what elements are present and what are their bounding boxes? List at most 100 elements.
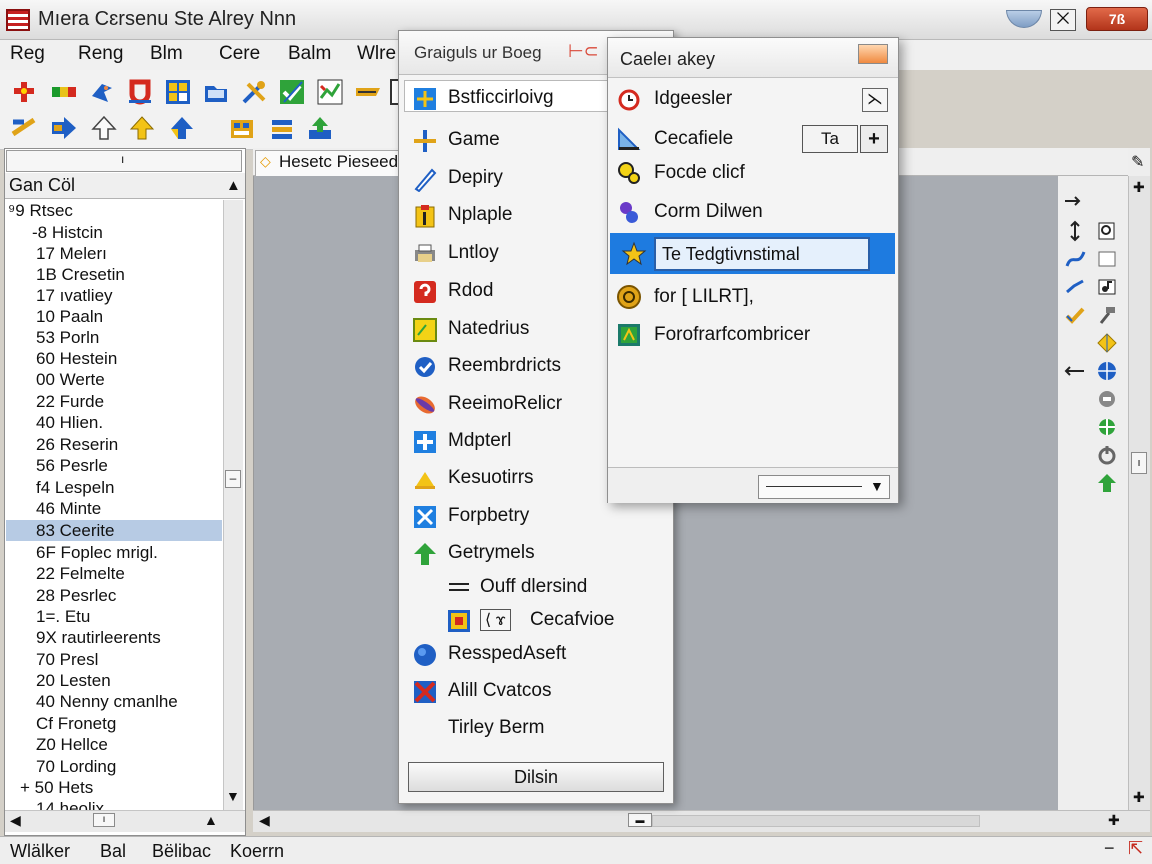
tree-item[interactable]: 70 Lording (6, 756, 222, 777)
tree-item[interactable]: 14 heolix (6, 798, 222, 810)
arrow-right-icon[interactable] (50, 114, 78, 142)
green-check-icon[interactable] (278, 78, 306, 106)
menu-item-1[interactable]: Reg (10, 43, 45, 65)
tree-item[interactable]: 10 Paaln (6, 306, 222, 327)
pin-icon[interactable]: ✎ (1131, 152, 1144, 172)
tools-icon[interactable] (240, 78, 268, 106)
resize-grip-icon[interactable]: ⇱ (1128, 838, 1143, 859)
blue-bird-icon[interactable] (88, 78, 116, 106)
workspace-hscroll-track[interactable] (652, 815, 980, 827)
menu-secondary-title-button[interactable] (858, 44, 888, 64)
tree-item[interactable]: 40 Hlien. (6, 412, 222, 433)
red-pin-icon[interactable] (10, 78, 38, 106)
arrow-up-yellow-icon[interactable] (128, 114, 156, 142)
chart-check-icon[interactable] (316, 78, 344, 106)
green-clover-icon[interactable] (1096, 416, 1118, 438)
tree-item[interactable]: 26 Reserin (6, 434, 222, 455)
tree-item[interactable]: 53 Porln (6, 327, 222, 348)
yellow-note-icon (412, 317, 438, 343)
tree-item[interactable]: 9X rautirleerents (6, 627, 222, 648)
menu-item-3[interactable]: Blm (150, 43, 183, 65)
upload-icon[interactable] (306, 114, 334, 142)
workspace-scroll-left-icon[interactable]: ◀ (259, 812, 270, 829)
menu-item-5[interactable]: Balm (288, 43, 331, 65)
diamond-icon: ◇ (260, 153, 271, 169)
menu-secondary-collapse-button[interactable]: ⋋ (862, 88, 888, 112)
menu-secondary-selected-input[interactable]: Te Tedgtivnstimal (654, 237, 870, 271)
workspace-scroll-right-icon[interactable]: ✚ (1108, 812, 1120, 829)
tree-item[interactable]: 17 ıvatliey (6, 285, 222, 306)
workspace-vertical-scrollbar[interactable] (1128, 176, 1150, 810)
tree-hscroll-thumb[interactable]: ı (93, 813, 115, 827)
grid-icon[interactable] (164, 78, 192, 106)
tree-item[interactable]: 1B Cresetin (6, 264, 222, 285)
yellow-diamond-icon[interactable] (1096, 332, 1118, 354)
power-icon[interactable] (1096, 444, 1118, 466)
gray-dial-icon[interactable] (1096, 388, 1118, 410)
tree-item[interactable]: 22 Felmelte (6, 563, 222, 584)
tree-item[interactable]: 60 Hestein (6, 348, 222, 369)
tree-scroll-thumb[interactable]: – (225, 470, 241, 488)
vertical-arrows-icon[interactable] (1064, 220, 1086, 242)
tree-item[interactable]: 00 Werte (6, 369, 222, 390)
tree-root[interactable]: ⁹9 Rtsec (8, 201, 73, 221)
arrow-up-outline-icon[interactable] (90, 114, 118, 142)
menu-secondary-spin-plus-button[interactable]: + (860, 125, 888, 153)
tree-item[interactable]: Z0 Hellce (6, 734, 222, 755)
menu-primary-title: Graiguls ur Boeg (414, 43, 542, 62)
cabinet-icon[interactable] (228, 114, 256, 142)
menu-item-4[interactable]: Cere (219, 43, 260, 65)
tree-item[interactable]: 70 Presl (6, 649, 222, 670)
close-button[interactable]: 7ß (1086, 7, 1148, 31)
ruler-icon[interactable] (354, 78, 382, 106)
chevron-down-icon[interactable]: ▼ (870, 478, 884, 494)
red-magnet-icon[interactable] (126, 78, 154, 106)
tree-item[interactable]: f4 Lespeln (6, 477, 222, 498)
workspace-scroll-down-icon[interactable]: ✚ (1133, 789, 1145, 806)
zoom-page-icon[interactable] (1096, 220, 1118, 242)
arrow-left-right-icon[interactable] (1064, 360, 1086, 382)
arrow-right-small-icon[interactable] (1062, 190, 1084, 212)
shuffle-icon[interactable] (10, 114, 38, 142)
yellow-check-icon[interactable] (1064, 304, 1086, 326)
tree-vertical-scrollbar[interactable] (223, 200, 243, 812)
tree-item[interactable]: 17 Melerı (6, 243, 222, 264)
menu-primary-action-button[interactable]: Dilsin (408, 762, 664, 792)
tree-item[interactable]: 22 Furde (6, 391, 222, 412)
tree-item[interactable]: 1=. Etu (6, 606, 222, 627)
workspace-hscroll-thumb[interactable]: ▬ (628, 813, 652, 827)
menu-secondary-title: Caeleı akey (620, 49, 716, 69)
menu-item-6[interactable]: Wlre (357, 43, 396, 65)
stack-icon[interactable] (268, 114, 296, 142)
empty-box-icon[interactable] (1096, 248, 1118, 270)
blue-globe-icon[interactable] (1096, 360, 1118, 382)
blue-swoosh-icon[interactable] (1064, 248, 1086, 270)
tree-item-selected[interactable]: 83 Ceerite (6, 520, 222, 541)
tree-item[interactable]: 40 Nenny cmanlhe (6, 691, 222, 712)
menu-secondary-spin-input[interactable]: Ta (802, 125, 858, 153)
folder-icon[interactable] (202, 78, 230, 106)
color-bar-icon[interactable] (50, 78, 78, 106)
scroll-up-small-icon[interactable]: ▲ (204, 812, 218, 828)
scroll-left-icon[interactable]: ◀ (10, 812, 21, 829)
tree-item[interactable]: + 50 Hets (6, 777, 222, 798)
tree-item[interactable]: 20 Lesten (6, 670, 222, 691)
tree-item[interactable]: 56 Pesrle (6, 455, 222, 476)
workspace-scroll-up-icon[interactable]: ✚ (1133, 179, 1145, 196)
menu-item-2[interactable]: Reng (78, 43, 123, 65)
sort-up-icon[interactable]: ▲ (226, 177, 241, 194)
arrow-up-blue-icon[interactable] (168, 114, 196, 142)
blue-curve-icon[interactable] (1064, 276, 1086, 298)
green-up-arrow-icon[interactable] (1096, 472, 1118, 494)
hammer-icon[interactable] (1096, 304, 1118, 326)
tree-item[interactable]: -8 Histcin (6, 222, 222, 243)
scroll-down-icon[interactable]: ▼ (226, 788, 240, 804)
tree-header-label[interactable]: Gan Cöl (9, 175, 75, 196)
workspace-scroll-thumb[interactable]: ı (1131, 452, 1147, 474)
tree-item[interactable]: 28 Pesrlec (6, 585, 222, 606)
tree-item[interactable]: Cf Fronetg (6, 713, 222, 734)
tree-item[interactable]: 46 Minte (6, 498, 222, 519)
maximize-button[interactable]: ⨉ (1050, 9, 1076, 31)
music-box-icon[interactable] (1096, 276, 1118, 298)
tree-item[interactable]: 6F Foplec mrigl. (6, 542, 222, 563)
